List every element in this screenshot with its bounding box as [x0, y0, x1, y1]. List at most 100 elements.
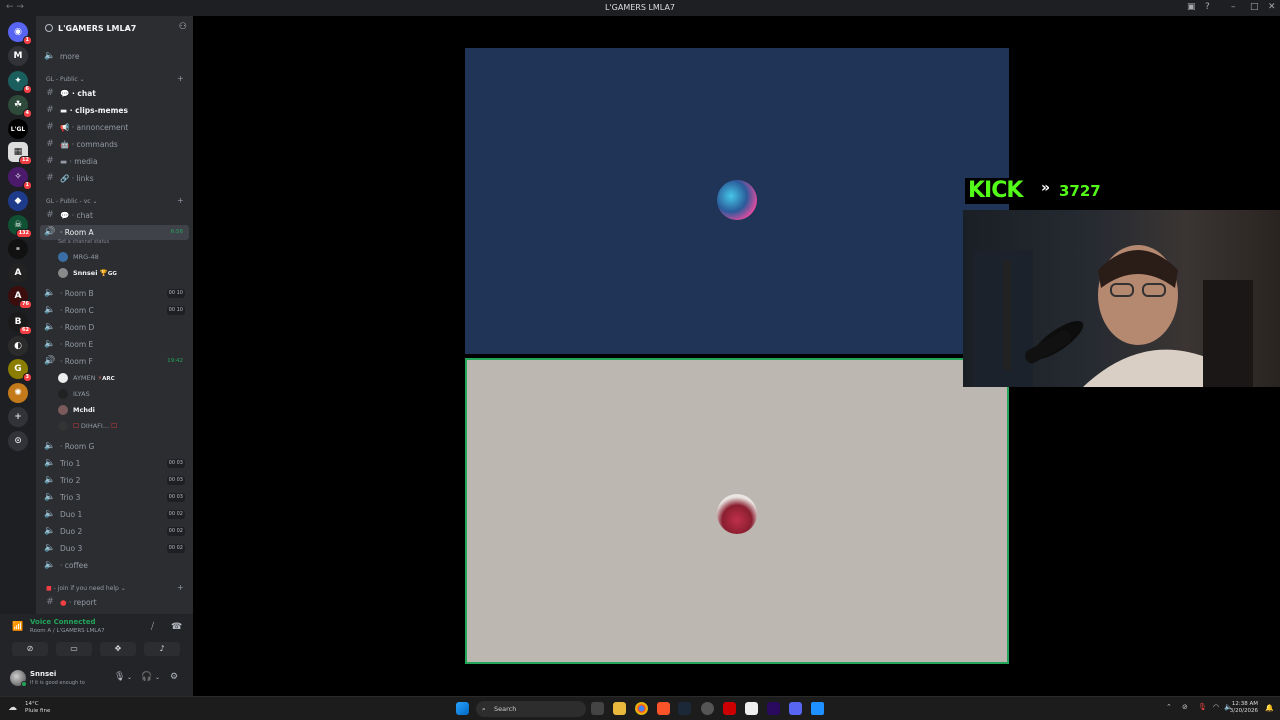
channel-more[interactable]: 🔈 more: [40, 49, 189, 64]
headphones-icon[interactable]: 🎧: [141, 672, 152, 682]
app-icon[interactable]: [701, 702, 714, 715]
server-icon[interactable]: ◐: [8, 336, 28, 356]
activities-button[interactable]: ✥: [100, 642, 136, 656]
server-list: ◉ 1 M ✦ 6 ☘ 4 L'GL ▦ 12 ✧ 1 ◆ ☠ 132 ≡ A A 76 B6…: [0, 16, 36, 696]
server-header[interactable]: L'GAMERS LMLA7 ⌄ ⚇: [36, 16, 193, 40]
wifi-icon[interactable]: ◠: [1213, 703, 1219, 711]
voice-trio-1[interactable]: 🔈 Trio 1 00 03: [40, 456, 189, 471]
microphone-icon[interactable]: 🎙: [114, 672, 125, 682]
speaker-icon: 🔈: [44, 305, 56, 315]
server-icon[interactable]: A: [8, 263, 28, 283]
server-icon[interactable]: ☘ 4: [8, 95, 32, 118]
channel-vc-chat[interactable]: # 💬 · chat: [40, 208, 189, 223]
voice-duo-3[interactable]: 🔈 Duo 3 00 02: [40, 541, 189, 556]
premiere-icon[interactable]: [767, 702, 780, 715]
server-icon[interactable]: ✺: [8, 383, 28, 403]
capcut-icon[interactable]: [745, 702, 758, 715]
add-member-icon[interactable]: ⚇: [179, 22, 187, 32]
voice-room-f[interactable]: 🔊 · Room F 19:42: [40, 354, 189, 369]
voice-coffee[interactable]: 🔈 · coffee: [40, 558, 189, 573]
voice-trio-3[interactable]: 🔈 Trio 3 00 03: [40, 490, 189, 505]
minimize-button[interactable]: –: [1231, 2, 1236, 12]
brave-icon[interactable]: [657, 702, 670, 715]
voice-room-g[interactable]: 🔈 · Room G: [40, 439, 189, 454]
channel-clips-memes[interactable]: # ▬ · clips-memes: [40, 103, 189, 118]
mic-tray-icon[interactable]: 🎙: [1198, 703, 1207, 711]
speaker-icon: 🔈: [44, 288, 56, 298]
screenshare-button[interactable]: ▭: [56, 642, 92, 656]
server-icon[interactable]: ✧ 1: [8, 167, 32, 190]
add-channel-icon[interactable]: +: [177, 584, 184, 592]
app-icon[interactable]: [811, 702, 824, 715]
chevron-down-icon[interactable]: ⌄: [127, 674, 132, 681]
voice-duo-1[interactable]: 🔈 Duo 1 00 02: [40, 507, 189, 522]
settings-gear-icon[interactable]: ⚙: [170, 672, 178, 682]
channel-links[interactable]: # 🔗 · links: [40, 171, 189, 186]
avatar: [58, 405, 68, 415]
category-help[interactable]: ■ - join if you need help ⌄ +: [46, 584, 184, 593]
inbox-icon[interactable]: ▣: [1187, 2, 1196, 12]
channel-status-hint[interactable]: Set a channel status: [58, 239, 109, 245]
network-icon[interactable]: ⊘: [1182, 703, 1188, 711]
server-icon[interactable]: ≡: [8, 239, 28, 259]
server-m-icon[interactable]: M: [8, 46, 28, 66]
system-clock[interactable]: 12:38 AM 3/20/2026: [1230, 701, 1258, 715]
hash-icon: #: [46, 105, 54, 115]
channel-commands[interactable]: # 🤖 · commands: [40, 137, 189, 152]
discord-taskbar-icon[interactable]: [789, 702, 802, 715]
server-icon[interactable]: B 62: [8, 312, 32, 335]
camera-button[interactable]: ⊘: [12, 642, 48, 656]
voice-room-b[interactable]: 🔈 · Room B 00 10: [40, 286, 189, 301]
tray-chevron-icon[interactable]: ⌃: [1166, 703, 1172, 711]
server-icon[interactable]: ✦ 6: [8, 71, 32, 94]
file-explorer-icon[interactable]: [613, 702, 626, 715]
weather-widget[interactable]: 14°C Pluie fine: [25, 701, 50, 715]
windows-start-icon[interactable]: [456, 702, 469, 715]
category-gl-public-vc[interactable]: GL - Public - vc ⌄ +: [46, 197, 184, 206]
voice-room-d[interactable]: 🔈 · Room D: [40, 320, 189, 335]
online-status-icon: [21, 681, 27, 687]
explore-icon[interactable]: ⊙: [8, 431, 28, 451]
category-gl-public[interactable]: GL - Public ⌄ +: [46, 75, 184, 84]
voice-trio-2[interactable]: 🔈 Trio 2 00 03: [40, 473, 189, 488]
maximize-button[interactable]: □: [1250, 2, 1259, 12]
help-icon[interactable]: ?: [1205, 2, 1210, 12]
server-icon[interactable]: A 76: [8, 286, 32, 309]
noise-suppression-icon[interactable]: ⧸: [151, 622, 154, 632]
voice-duo-2[interactable]: 🔈 Duo 2 00 02: [40, 524, 189, 539]
task-view-icon[interactable]: [591, 702, 604, 715]
server-icon[interactable]: ☠ 132: [8, 215, 32, 238]
server-lgl-icon[interactable]: L'GL: [8, 119, 28, 139]
add-channel-icon[interactable]: +: [177, 197, 184, 205]
soundboard-button[interactable]: ♪: [144, 642, 180, 656]
voice-tile-snnsei-speaking[interactable]: [465, 358, 1009, 664]
taskbar-search[interactable]: ⌕ Search: [476, 701, 586, 717]
signal-icon[interactable]: 📶: [12, 622, 23, 632]
server-icon[interactable]: ▦ 12: [8, 142, 32, 165]
voice-room-a[interactable]: 🔊 · Room A 6:56: [40, 225, 189, 240]
voice-room-c[interactable]: 🔈 · Room C 00 10: [40, 303, 189, 318]
speaker-icon: 🔊: [44, 227, 56, 237]
weather-icon[interactable]: ☁: [8, 703, 17, 713]
channel-chat[interactable]: # 💬 · chat: [40, 86, 189, 101]
avatar: [58, 252, 68, 262]
voice-tile-mrg-48[interactable]: [465, 48, 1009, 354]
voice-room-e[interactable]: 🔈 · Room E: [40, 337, 189, 352]
server-icon[interactable]: G3: [8, 359, 32, 382]
steam-icon[interactable]: [678, 702, 691, 715]
channel-media[interactable]: # ▬ · media: [40, 154, 189, 169]
discord-home-icon[interactable]: ◉ 1: [8, 22, 32, 45]
add-channel-icon[interactable]: +: [177, 75, 184, 83]
adobe-icon[interactable]: [723, 702, 736, 715]
notification-icon[interactable]: 🔔: [1265, 704, 1274, 712]
add-server-icon[interactable]: +: [8, 407, 28, 427]
server-icon[interactable]: ◆: [8, 191, 28, 211]
close-button[interactable]: ✕: [1268, 2, 1276, 12]
username[interactable]: Snnsei: [30, 670, 56, 678]
disconnect-icon[interactable]: ☎: [171, 622, 182, 632]
channel-annoncement[interactable]: # 📢 · annoncement: [40, 120, 189, 135]
voice-location[interactable]: Room A / L'GAMERS LMLA7: [30, 628, 105, 634]
chrome-icon[interactable]: [635, 702, 648, 715]
chevron-down-icon[interactable]: ⌄: [155, 674, 160, 681]
channel-report[interactable]: # ● · report: [40, 595, 189, 610]
